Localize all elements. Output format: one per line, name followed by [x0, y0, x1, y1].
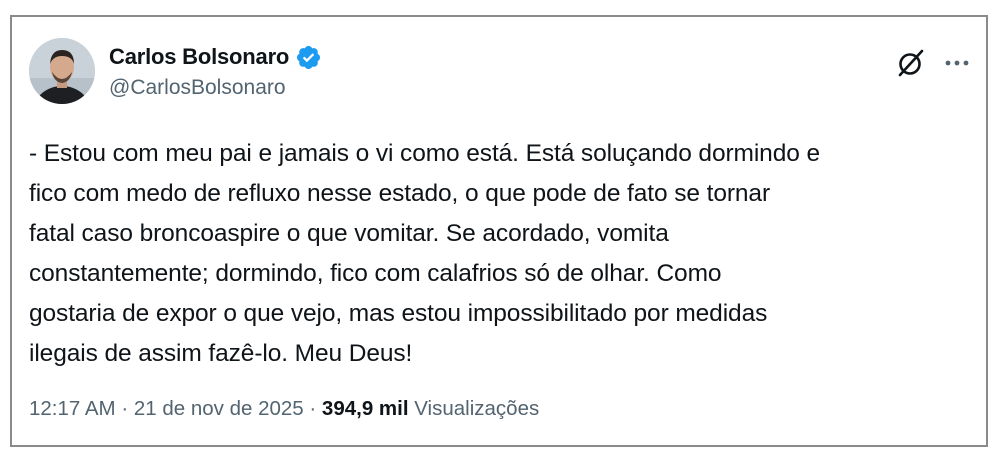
tweet-card: Carlos Bolsonaro @CarlosBolsonaro - Esto…: [10, 15, 988, 447]
views-label: Visualizações: [414, 397, 540, 420]
author-info: Carlos Bolsonaro @CarlosBolsonaro: [109, 42, 322, 100]
grok-icon[interactable]: [894, 46, 928, 80]
tweet-header: Carlos Bolsonaro @CarlosBolsonaro: [29, 38, 972, 110]
tweet-date[interactable]: 21 de nov de 2025: [134, 397, 304, 420]
author-handle[interactable]: @CarlosBolsonaro: [109, 76, 322, 100]
meta-separator: ·: [303, 397, 322, 420]
tweet-actions: [894, 46, 972, 80]
author-name[interactable]: Carlos Bolsonaro: [109, 44, 289, 70]
more-options-icon[interactable]: [942, 48, 972, 78]
avatar[interactable]: [29, 38, 95, 104]
author-name-row: Carlos Bolsonaro: [109, 42, 322, 72]
views-count: 394,9 mil: [321, 397, 409, 420]
meta-separator: ·: [115, 397, 134, 420]
tweet-text: - Estou com meu pai e jamais o vi como e…: [29, 140, 820, 367]
tweet-meta: 12:17 AM · 21 de nov de 2025 · 394,9 mil…: [29, 397, 539, 421]
tweet-time[interactable]: 12:17 AM: [29, 397, 116, 420]
verified-badge-icon: [297, 45, 321, 69]
